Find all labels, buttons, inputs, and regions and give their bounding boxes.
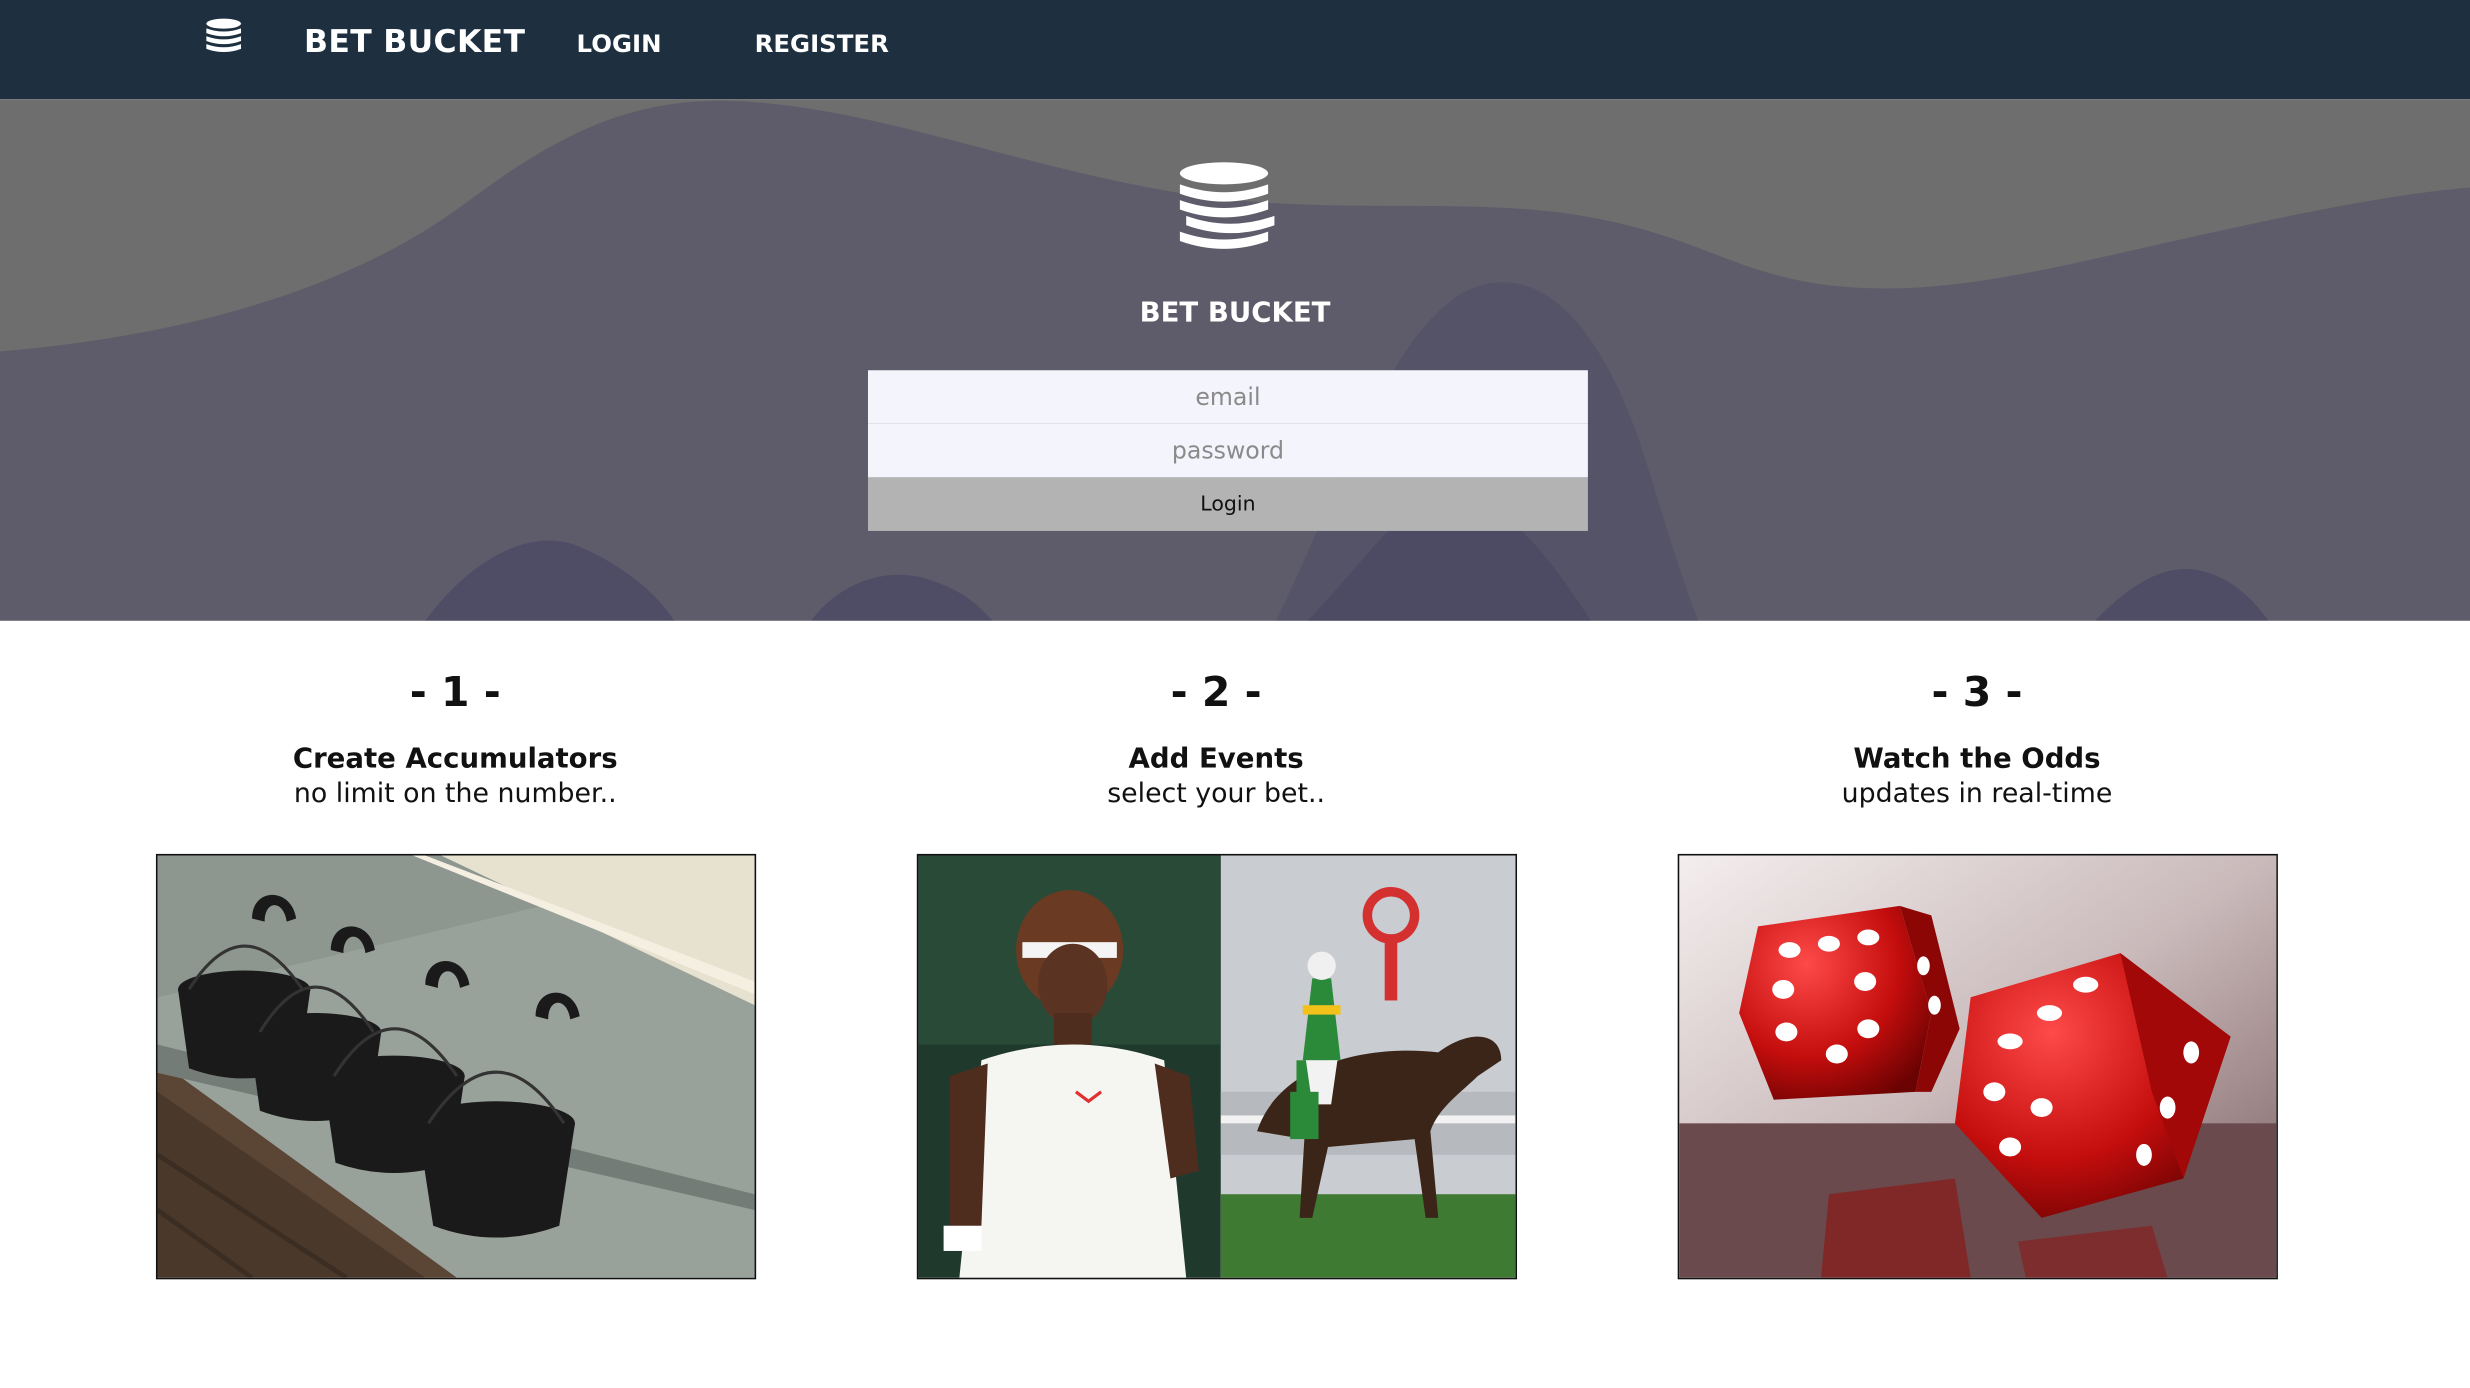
login-button[interactable]: Login: [867, 477, 1588, 531]
feature-subtitle: updates in real-time: [1841, 778, 2113, 810]
login-form: Login: [867, 370, 1588, 532]
step-number: - 1 -: [409, 669, 501, 717]
feature-title: Watch the Odds: [1853, 743, 2101, 776]
top-navbar: BET BUCKET LOGIN REGISTER: [0, 0, 2470, 100]
coin-stack-icon: [1179, 162, 1275, 249]
feature-title: Create Accumulators: [292, 743, 618, 776]
feature-watch-odds: - 3 - Watch the Odds updates in real-tim…: [1646, 662, 2308, 810]
buckets-on-hooks-photo: [155, 853, 757, 1280]
feature-add-events: - 2 - Add Events select your bet..: [885, 662, 1547, 810]
hero-title: BET BUCKET: [1139, 297, 1331, 330]
feature-subtitle: no limit on the number..: [293, 778, 617, 810]
step-number: - 3 -: [1931, 669, 2023, 717]
red-dice-photo: [1677, 853, 2278, 1280]
email-field[interactable]: [867, 370, 1588, 424]
nav-register-link[interactable]: REGISTER: [755, 30, 889, 58]
step-number: - 2 -: [1170, 669, 1262, 717]
tennis-and-horse-racing-photo: [916, 853, 1518, 1280]
hero-section: BET BUCKET Login: [0, 99, 2470, 621]
password-field[interactable]: [867, 423, 1588, 478]
feature-subtitle: select your bet..: [1107, 778, 1326, 810]
brand-link[interactable]: BET BUCKET: [304, 22, 525, 60]
nav-login-link[interactable]: LOGIN: [577, 30, 662, 58]
coin-stack-icon[interactable]: [202, 16, 246, 60]
feature-title: Add Events: [1128, 743, 1304, 776]
feature-create-accumulators: - 1 - Create Accumulators no limit on th…: [124, 662, 786, 810]
